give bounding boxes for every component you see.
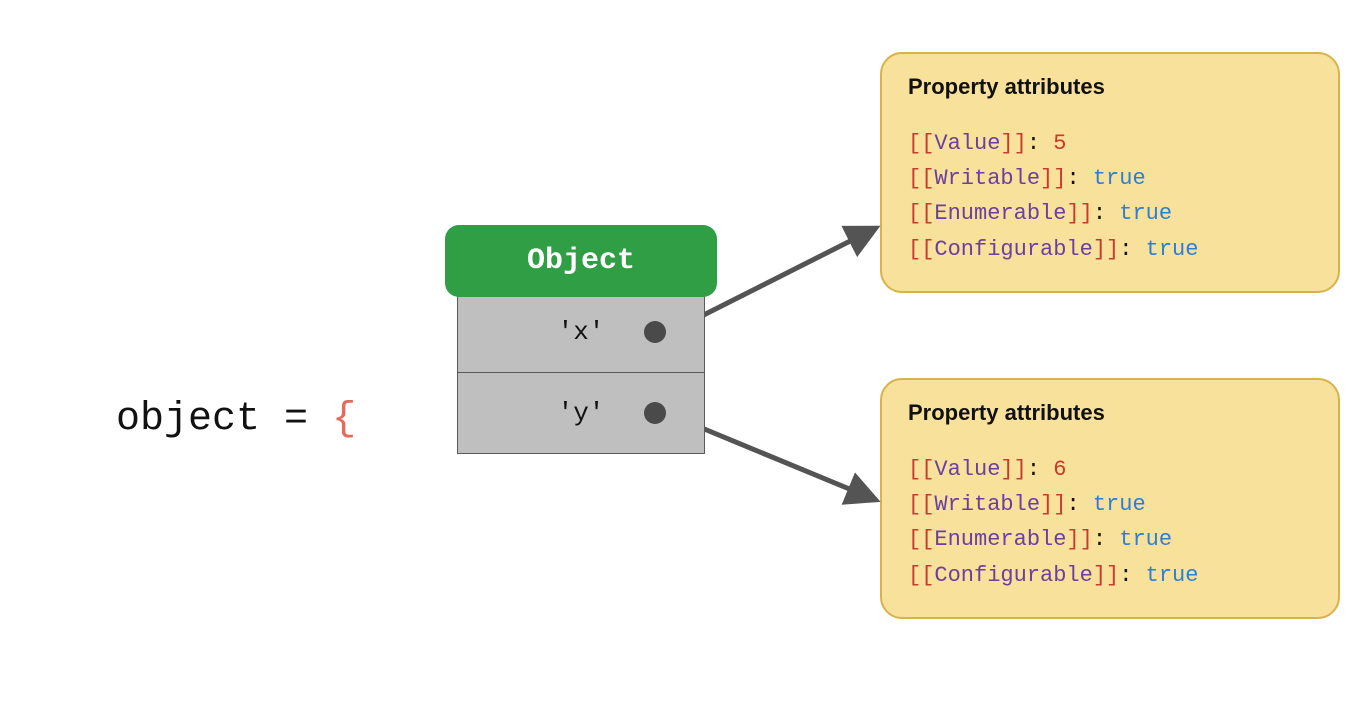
attr-enumerable-x: [[Enumerable]]: true — [908, 196, 1312, 231]
attr-value-y: [[Value]]: 6 — [908, 452, 1312, 487]
slot-label-x: 'x' — [558, 317, 605, 347]
property-attributes-panel-x: Property attributes [[Value]]: 5 [[Writa… — [880, 52, 1340, 293]
code-line-1: object = { — [20, 300, 356, 540]
attr-value-x: [[Value]]: 5 — [908, 126, 1312, 161]
panel-body-y: [[Value]]: 6 [[Writable]]: true [[Enumer… — [908, 452, 1312, 593]
pointer-dot-y — [644, 402, 666, 424]
attr-configurable-x: [[Configurable]]: true — [908, 232, 1312, 267]
code-var-name: object — [116, 397, 260, 442]
attr-configurable-y: [[Configurable]]: true — [908, 558, 1312, 593]
panel-body-x: [[Value]]: 5 [[Writable]]: true [[Enumer… — [908, 126, 1312, 267]
code-line-2: x: 5, — [20, 700, 356, 708]
object-diagram: Object 'x' 'y' — [445, 225, 717, 454]
object-slot-y: 'y' — [457, 372, 705, 454]
code-open-brace: { — [332, 397, 356, 442]
attr-enumerable-y: [[Enumerable]]: true — [908, 522, 1312, 557]
object-slot-x: 'x' — [457, 291, 705, 373]
property-attributes-panel-y: Property attributes [[Value]]: 6 [[Writa… — [880, 378, 1340, 619]
pointer-dot-x — [644, 321, 666, 343]
slot-label-y: 'y' — [558, 398, 605, 428]
code-eq: = — [260, 397, 332, 442]
panel-title-y: Property attributes — [908, 400, 1312, 426]
object-slots: 'x' 'y' — [457, 291, 705, 454]
panel-title-x: Property attributes — [908, 74, 1312, 100]
attr-writable-y: [[Writable]]: true — [908, 487, 1312, 522]
attr-writable-x: [[Writable]]: true — [908, 161, 1312, 196]
code-object-literal: object = { x: 5, y: 6, }; — [20, 140, 356, 708]
object-header: Object — [445, 225, 717, 297]
